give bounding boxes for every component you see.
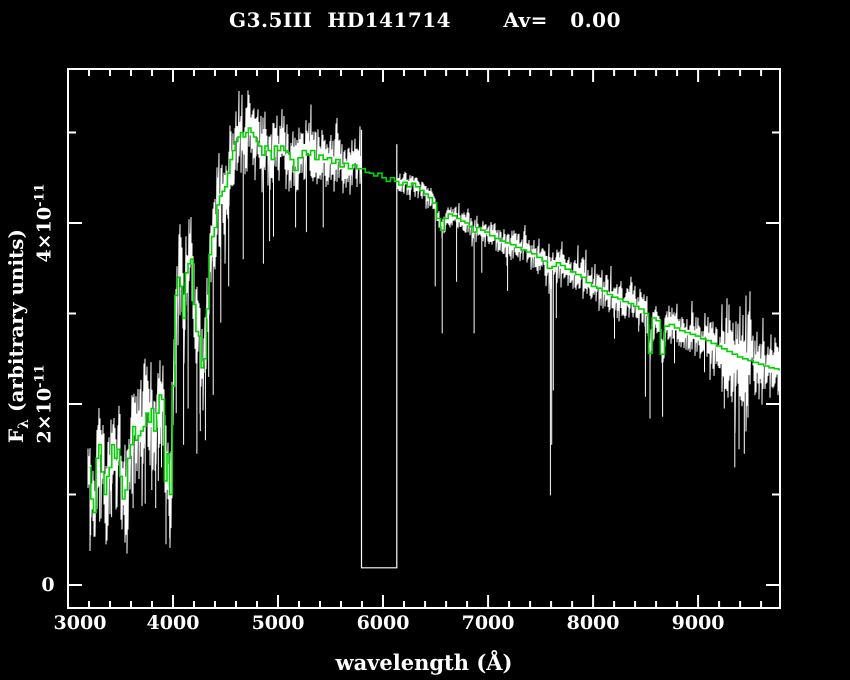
spectrum-viewer: G3.5III HD141714 Av= 0.00 3000 4000 5000 60… bbox=[0, 0, 850, 680]
masked-region-box bbox=[360, 129, 398, 569]
y-axis-title-text: Fλ (arbitrary units) bbox=[4, 228, 32, 444]
observed-spectrum-line bbox=[87, 90, 781, 554]
x-tick-label-8000: 8000 bbox=[566, 612, 620, 634]
x-tick-label-3000: 3000 bbox=[53, 612, 107, 634]
y-tick-label-2e-11: 2×10-11 bbox=[32, 364, 56, 444]
x-tick-label-7000: 7000 bbox=[461, 612, 515, 634]
y-tick-label-4e-11: 4×10-11 bbox=[32, 183, 56, 263]
x-tick-label-6000: 6000 bbox=[356, 612, 410, 634]
x-axis-title: wavelength (Å) bbox=[335, 650, 513, 675]
x-tick-label-9000: 9000 bbox=[671, 612, 725, 634]
x-tick-label-5000: 5000 bbox=[251, 612, 305, 634]
y-tick-label-0: 0 bbox=[41, 574, 55, 596]
spectrum-plot-canvas bbox=[67, 68, 781, 609]
x-tick-label-4000: 4000 bbox=[146, 612, 200, 634]
y-axis-title: Fλ (arbitrary units) bbox=[4, 206, 32, 466]
